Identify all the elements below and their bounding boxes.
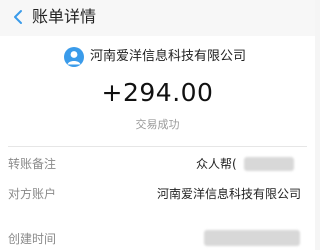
chevron-left-icon (14, 10, 22, 24)
detail-row-created-time: 创建时间 (0, 229, 315, 249)
transaction-status: 交易成功 (135, 118, 180, 131)
back-button[interactable] (6, 4, 32, 30)
detail-value: 众人帮( (196, 157, 237, 171)
detail-label: 创建时间 (8, 232, 57, 246)
redacted-block (244, 157, 294, 171)
payer-row[interactable]: 河南爱洋信息科技有限公司 (0, 44, 315, 72)
page-title: 账单详情 (32, 7, 97, 26)
divider (8, 146, 307, 147)
detail-label: 转账备注 (8, 157, 57, 171)
detail-label: 对方账户 (8, 187, 57, 201)
detail-row-counterpart-account: 对方账户 河南爱洋信息科技有限公司 (0, 184, 315, 204)
detail-value: 河南爱洋信息科技有限公司 (156, 187, 301, 201)
payer-name: 河南爱洋信息科技有限公司 (90, 49, 247, 64)
bill-detail-card: 河南爱洋信息科技有限公司 +294.00 交易成功 转账备注 众人帮( 对方账户… (0, 36, 315, 250)
transaction-amount: +294.00 (101, 78, 214, 107)
top-bar: 账单详情 (0, 0, 315, 36)
user-avatar-icon (64, 47, 84, 67)
detail-row-transfer-note: 转账备注 众人帮( (0, 154, 315, 174)
redacted-block (204, 230, 300, 246)
